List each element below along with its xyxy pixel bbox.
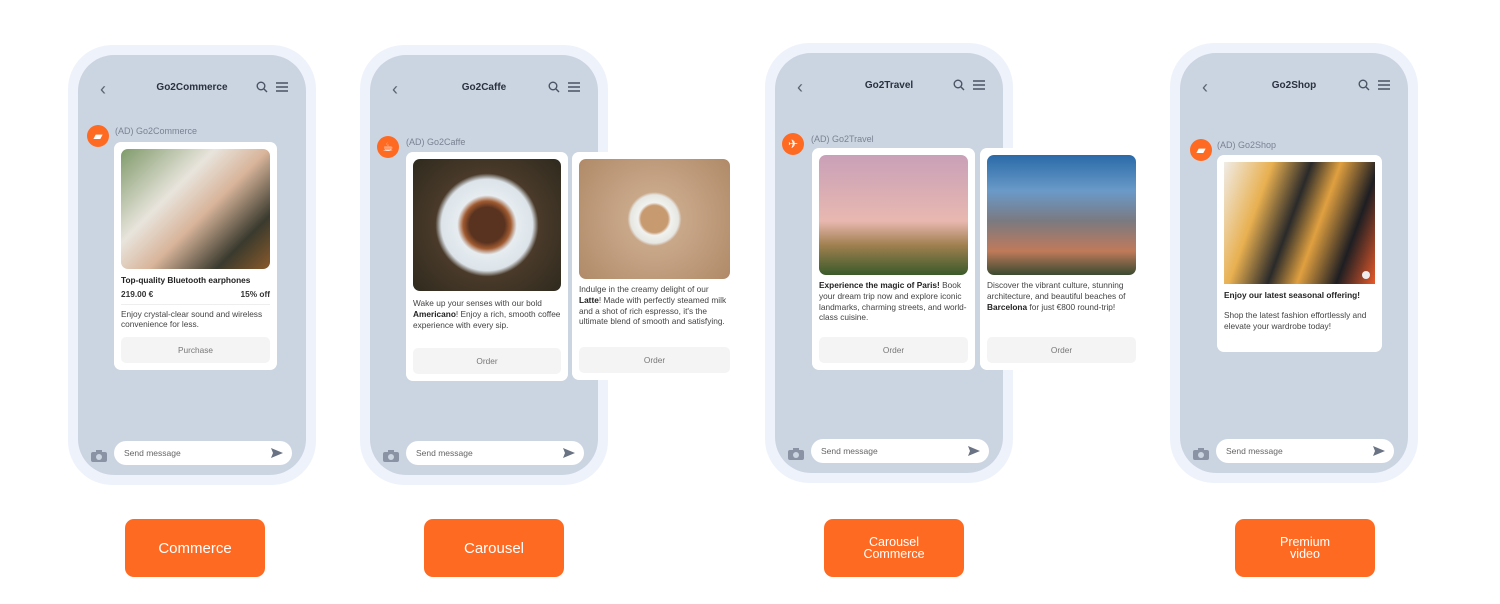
card-text: Discover the vibrant culture, stunning a… <box>987 280 1126 312</box>
card-title: Top-quality Bluetooth earphones <box>121 275 251 285</box>
order-button[interactable]: Order <box>413 348 561 374</box>
price: 219.00 € <box>121 288 154 299</box>
menu-icon[interactable] <box>568 82 580 92</box>
order-button[interactable]: Order <box>819 337 968 363</box>
barcelona-image <box>987 155 1136 275</box>
camera-icon[interactable] <box>91 449 107 462</box>
sender-label: (AD) Go2Shop <box>1217 140 1277 150</box>
message-input[interactable]: Send message <box>1216 439 1394 463</box>
search-icon[interactable] <box>1358 79 1370 91</box>
message-placeholder: Send message <box>124 448 181 458</box>
sender-label: (AD) Go2Commerce <box>115 126 198 136</box>
send-icon[interactable] <box>563 447 575 459</box>
card-text: Shop the latest fashion effortlessly and… <box>1224 309 1367 331</box>
phone-carousel: ‹ Go2Caffe ☕ (AD) Go2Caffe Wake up your … <box>360 45 737 485</box>
americano-image <box>413 159 561 291</box>
menu-icon[interactable] <box>973 80 985 90</box>
chat-title: Go2Travel <box>864 80 914 91</box>
shopping-bag-icon: ▰ <box>87 125 109 147</box>
carousel-card: Wake up your senses with our bold Americ… <box>406 152 568 381</box>
search-icon[interactable] <box>548 81 560 93</box>
chat-title: Go2Commerce <box>156 82 228 93</box>
order-button[interactable]: Order <box>579 347 730 373</box>
phone-premium-video: ‹ Go2Shop ▰ (AD) Go2Shop Enjoy our lates… <box>1170 43 1418 483</box>
chat-screen: ‹ Go2Shop ▰ (AD) Go2Shop Enjoy our lates… <box>1180 53 1408 473</box>
video-player[interactable] <box>1224 162 1375 284</box>
product-image <box>121 149 270 269</box>
purchase-button[interactable]: Purchase <box>121 337 270 363</box>
card-text: Experience the magic of Paris! Book your… <box>819 280 967 323</box>
carousel-card: Indulge in the creamy delight of our Lat… <box>572 152 737 380</box>
sender-label: (AD) Go2Caffe <box>406 137 466 147</box>
phone-commerce: ‹ Go2Commerce ▰ (AD) Go2Commerce Top-qua… <box>68 45 316 485</box>
airplane-icon: ✈ <box>782 133 804 155</box>
order-button[interactable]: Order <box>987 337 1136 363</box>
premium-video-button[interactable]: Premium video <box>1235 519 1375 577</box>
menu-icon[interactable] <box>1378 80 1390 90</box>
search-icon[interactable] <box>953 79 965 91</box>
shopping-bag-icon: ▰ <box>1190 139 1212 161</box>
carousel-button[interactable]: Carousel <box>424 519 564 577</box>
menu-icon[interactable] <box>276 82 288 92</box>
camera-icon[interactable] <box>383 449 399 462</box>
chat-title: Go2Caffe <box>461 82 507 93</box>
play-indicator-icon[interactable] <box>1362 271 1370 279</box>
latte-image <box>579 159 730 279</box>
card-text: Indulge in the creamy delight of our Lat… <box>579 284 727 327</box>
carousel-card: Experience the magic of Paris! Book your… <box>812 148 975 370</box>
message-placeholder: Send message <box>821 446 878 456</box>
camera-icon[interactable] <box>788 447 804 460</box>
phone-carousel-commerce: ‹ Go2Travel ✈ (AD) Go2Travel Experience … <box>765 43 1143 483</box>
card-text: Wake up your senses with our bold Americ… <box>413 298 561 330</box>
carousel-commerce-button[interactable]: Carousel Commerce <box>824 519 964 577</box>
message-placeholder: Send message <box>1226 446 1283 456</box>
camera-icon[interactable] <box>1193 447 1209 460</box>
send-icon[interactable] <box>271 447 283 459</box>
sender-label: (AD) Go2Travel <box>811 134 874 144</box>
search-icon[interactable] <box>256 81 268 93</box>
video-card: Enjoy our latest seasonal offering! Shop… <box>1217 155 1382 352</box>
carousel-card: Discover the vibrant culture, stunning a… <box>980 148 1143 370</box>
card-text: Enjoy crystal-clear sound and wireless c… <box>121 308 263 330</box>
commerce-button[interactable]: Commerce <box>125 519 265 577</box>
chat-screen: ‹ Go2Commerce ▰ (AD) Go2Commerce Top-qua… <box>78 55 306 475</box>
paris-image <box>819 155 968 275</box>
send-icon[interactable] <box>1373 445 1385 457</box>
coffee-cup-icon: ☕ <box>377 136 399 158</box>
chat-title: Go2Shop <box>1271 80 1317 91</box>
rich-card: Top-quality Bluetooth earphones 219.00 €… <box>114 142 277 370</box>
discount: 15% off <box>240 288 270 299</box>
message-placeholder: Send message <box>416 448 473 458</box>
message-input[interactable]: Send message <box>811 439 989 463</box>
card-title: Enjoy our latest seasonal offering! <box>1224 290 1361 300</box>
message-input[interactable]: Send message <box>114 441 292 465</box>
send-icon[interactable] <box>968 445 980 457</box>
message-input[interactable]: Send message <box>406 441 584 465</box>
